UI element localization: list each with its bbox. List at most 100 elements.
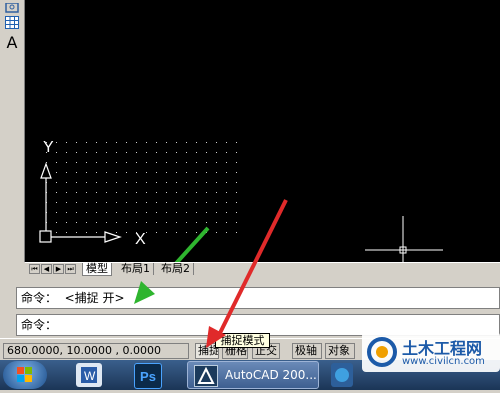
tool-palette: A <box>0 0 25 262</box>
grid-dot <box>136 172 137 173</box>
grid-dot <box>96 162 97 163</box>
photoshop-app-icon[interactable]: Ps <box>134 363 162 389</box>
grid-dot <box>176 182 177 183</box>
grid-dot <box>146 192 147 193</box>
grid-dot <box>226 192 227 193</box>
grid-dot <box>196 152 197 153</box>
grid-dot <box>206 202 207 203</box>
grid-dot <box>176 172 177 173</box>
grid-dot <box>146 162 147 163</box>
grid-dot <box>66 162 67 163</box>
grid-dot <box>216 232 217 233</box>
grid-dot <box>76 142 77 143</box>
drawing-area[interactable]: Y X <box>25 0 500 262</box>
grid-dot <box>56 192 57 193</box>
osnap-mode-button[interactable]: 对象 <box>325 343 355 359</box>
autocad-app-icon <box>194 365 218 387</box>
grid-dot <box>126 192 127 193</box>
grid-dot <box>226 232 227 233</box>
grid-dot <box>216 172 217 173</box>
tab-layout2[interactable]: 布局2 <box>158 263 194 275</box>
grid-dot <box>186 182 187 183</box>
grid-dot <box>186 152 187 153</box>
grid-dot <box>196 222 197 223</box>
grid-dot <box>166 202 167 203</box>
autocad-taskbar-button[interactable]: AutoCAD 200... <box>187 361 319 389</box>
grid-dot <box>126 212 127 213</box>
polar-mode-button[interactable]: 极轴 <box>292 343 322 359</box>
grid-dot <box>116 182 117 183</box>
word-app-icon[interactable]: W <box>76 363 102 387</box>
grid-dot <box>226 212 227 213</box>
command-window: 命令： <捕捉 开> 命令： <box>0 283 500 338</box>
grid-dot <box>186 202 187 203</box>
grid-dot <box>226 152 227 153</box>
grid-dot <box>106 172 107 173</box>
text-tool-glyph: A <box>6 32 18 52</box>
grid-dot <box>156 182 157 183</box>
grid-dot <box>56 172 57 173</box>
table-tool-icon[interactable] <box>3 14 21 30</box>
grid-dot <box>96 222 97 223</box>
grid-dot <box>86 142 87 143</box>
start-button[interactable] <box>3 361 47 389</box>
grid-dot <box>56 232 57 233</box>
grid-dot <box>166 162 167 163</box>
grid-dot <box>156 192 157 193</box>
grid-dot <box>236 232 237 233</box>
tab-layout1[interactable]: 布局1 <box>118 263 154 275</box>
tab-model[interactable]: 模型 <box>82 263 112 276</box>
grid-dot <box>66 202 67 203</box>
grid-dot <box>216 162 217 163</box>
grid-dot <box>176 222 177 223</box>
grid-dot <box>56 152 57 153</box>
grid-dot <box>126 172 127 173</box>
autocad-task-label: AutoCAD 200... <box>225 368 317 382</box>
grid-dot <box>226 222 227 223</box>
prev-tab-button[interactable]: ◀ <box>41 264 52 274</box>
grid-dot <box>156 162 157 163</box>
grid-dot <box>86 162 87 163</box>
first-tab-button[interactable]: ⏮ <box>29 264 40 274</box>
grid-dot <box>126 232 127 233</box>
grid-dot <box>206 152 207 153</box>
grid-dot <box>186 162 187 163</box>
grid-dot <box>126 182 127 183</box>
grid-dot <box>216 152 217 153</box>
grid-dot <box>86 232 87 233</box>
grid-dot <box>86 172 87 173</box>
browser-app-icon[interactable] <box>331 363 353 387</box>
snap-mode-tooltip: 捕捉模式 <box>215 333 270 348</box>
grid-dot <box>116 192 117 193</box>
grid-dot <box>176 152 177 153</box>
grid-dot <box>166 192 167 193</box>
grid-dot <box>166 232 167 233</box>
grid-dot <box>56 182 57 183</box>
next-tab-button[interactable]: ▶ <box>53 264 64 274</box>
grid-dot <box>106 212 107 213</box>
grid-dot <box>126 142 127 143</box>
grid-dot <box>96 202 97 203</box>
grid-dot <box>176 142 177 143</box>
grid-dot <box>216 202 217 203</box>
grid-dot <box>136 212 137 213</box>
grid-dot <box>86 182 87 183</box>
multiline-text-tool-icon[interactable]: A <box>3 32 21 52</box>
grid-dot <box>216 212 217 213</box>
grid-dot <box>166 172 167 173</box>
grid-dot <box>96 142 97 143</box>
grid-dot <box>96 212 97 213</box>
last-tab-button[interactable]: ⏭ <box>65 264 76 274</box>
grid-dot <box>76 162 77 163</box>
grid-dot <box>196 142 197 143</box>
grid-dot <box>76 222 77 223</box>
grid-dot <box>156 212 157 213</box>
grid-dot <box>166 182 167 183</box>
green-annotation-arrow <box>174 226 210 262</box>
grid-dot <box>116 142 117 143</box>
grid-dot <box>196 172 197 173</box>
grid-dot <box>106 192 107 193</box>
grid-dot <box>116 152 117 153</box>
grid-dot <box>96 172 97 173</box>
grid-dot <box>196 192 197 193</box>
